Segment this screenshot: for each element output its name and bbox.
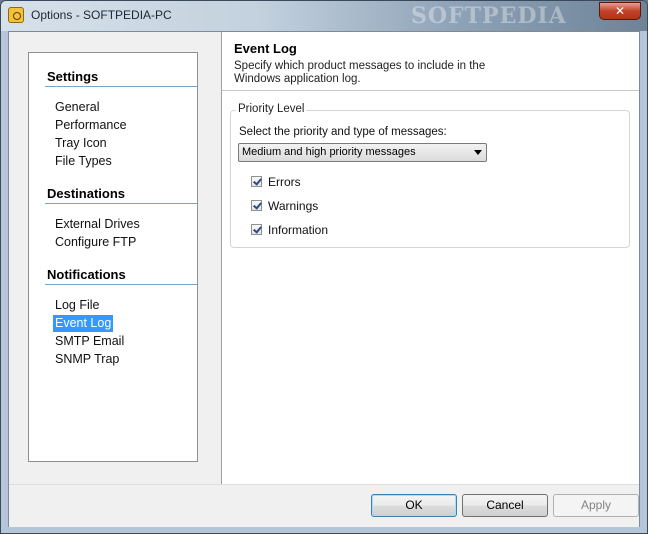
apply-button[interactable]: Apply — [553, 494, 639, 517]
nav-divider — [45, 86, 197, 87]
options-window: Options - SOFTPEDIA-PC SOFTPEDIA ✕ Setti… — [0, 0, 648, 534]
group-title: Priority Level — [236, 103, 307, 115]
page-title: Event Log — [234, 41, 297, 56]
priority-dropdown[interactable]: Medium and high priority messages — [238, 143, 487, 162]
close-button[interactable]: ✕ — [599, 2, 641, 20]
priority-level-group: Priority Level Select the priority and t… — [230, 103, 630, 248]
content-header: Event Log Specify which product messages… — [222, 32, 639, 91]
nav-item-general[interactable]: General — [53, 99, 101, 116]
nav-item-configure-ftp[interactable]: Configure FTP — [53, 234, 138, 251]
window-title: Options - SOFTPEDIA-PC — [31, 8, 172, 22]
close-icon: ✕ — [614, 4, 626, 18]
cancel-button[interactable]: Cancel — [462, 494, 548, 517]
nav-item-performance[interactable]: Performance — [53, 117, 129, 134]
watermark-text: SOFTPEDIA — [411, 3, 567, 29]
dialog-client: Settings General Performance Tray Icon F… — [8, 31, 640, 527]
nav-item-event-log[interactable]: Event Log — [53, 315, 114, 332]
nav-item-external-drives[interactable]: External Drives — [53, 216, 142, 233]
checkmark-icon[interactable] — [251, 200, 262, 211]
nav-item-file-types[interactable]: File Types — [53, 153, 114, 170]
content-body: Priority Level Select the priority and t… — [222, 91, 639, 484]
nav-item-snmp-trap[interactable]: SNMP Trap — [53, 351, 121, 368]
nav-divider — [45, 203, 197, 204]
information-checkbox-label: Information — [268, 223, 329, 237]
dialog-footer: OK Cancel Apply — [9, 484, 639, 527]
nav-panel: Settings General Performance Tray Icon F… — [9, 32, 222, 484]
nav-divider — [45, 284, 197, 285]
checkmark-icon[interactable] — [251, 176, 262, 187]
priority-select-label: Select the priority and type of messages… — [239, 126, 447, 138]
page-description: Specify which product messages to includ… — [234, 60, 486, 85]
title-bar[interactable]: Options - SOFTPEDIA-PC SOFTPEDIA ✕ — [1, 1, 647, 31]
nav-item-smtp-email[interactable]: SMTP Email — [53, 333, 126, 350]
nav-item-tray-icon[interactable]: Tray Icon — [53, 135, 109, 152]
nav-heading-settings: Settings — [47, 69, 99, 84]
warnings-checkbox-label: Warnings — [268, 199, 319, 213]
nav-list: Settings General Performance Tray Icon F… — [28, 52, 198, 462]
dropdown-value: Medium and high priority messages — [242, 146, 416, 158]
nav-item-log-file[interactable]: Log File — [53, 297, 101, 314]
chevron-down-icon — [474, 150, 482, 155]
app-icon[interactable] — [8, 7, 24, 23]
nav-heading-destinations: Destinations — [47, 186, 126, 201]
checkmark-icon[interactable] — [251, 224, 262, 235]
ok-button[interactable]: OK — [371, 494, 457, 517]
nav-heading-notifications: Notifications — [47, 267, 126, 282]
errors-checkbox-label: Errors — [268, 175, 301, 189]
